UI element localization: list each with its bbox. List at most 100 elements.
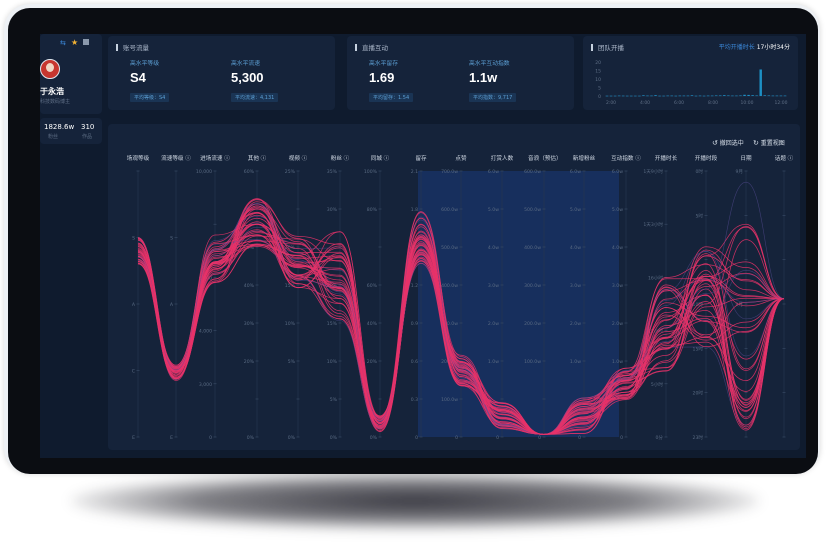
team-x-tick: 8:00 bbox=[708, 100, 718, 106]
axis-tick-label: 0 bbox=[620, 435, 623, 441]
parallel-coordinates-chart: SACESACE10,0006,0004,0003,000060%50%40%3… bbox=[132, 168, 786, 441]
interaction-pill: 平均指数：9,717 bbox=[469, 93, 517, 102]
axis-tick-label: 6.0w bbox=[488, 169, 499, 175]
axis-tick-label: 5.0w bbox=[570, 207, 581, 213]
team-average: 平均开播时长 17小时34分 bbox=[719, 42, 790, 51]
team-bar bbox=[771, 95, 775, 97]
team-bar bbox=[654, 95, 657, 96]
axis-tick-label: 10,000 bbox=[196, 169, 212, 175]
team-bar bbox=[775, 95, 779, 97]
interaction-value: 1.1w bbox=[469, 70, 498, 85]
axis-tick-label: 2.0w bbox=[612, 321, 623, 327]
axis-tick-label: 0 bbox=[538, 435, 541, 441]
axis-tick-label: 0.6 bbox=[411, 359, 418, 365]
axis-tick-label: 5% bbox=[330, 397, 338, 403]
axis-tick-label: 2.0w bbox=[570, 321, 581, 327]
axis-tick-label: 40% bbox=[367, 321, 378, 327]
axis-tick-label: 80% bbox=[367, 207, 378, 213]
team-bar bbox=[613, 95, 617, 97]
axis-tick-label: 0分 bbox=[655, 434, 663, 441]
axis-tick-label: 4.0w bbox=[570, 245, 581, 251]
team-bar bbox=[617, 95, 621, 97]
team-x-tick: 4:00 bbox=[640, 100, 650, 106]
axis-tick-label: 0 bbox=[209, 435, 212, 441]
fans-label: 粉丝 bbox=[48, 134, 59, 140]
works-label: 作品 bbox=[82, 134, 93, 140]
parallel-coordinates-panel: ↺ 撤回选中 ↻ 重置视图 场观等级 流速等级 ⓘ 进场流速 ⓘ 其他 ⓘ 视频 ⓘ 粉丝… bbox=[108, 124, 800, 450]
account-title: 账号流量 bbox=[116, 42, 149, 52]
team-bar bbox=[658, 95, 661, 97]
team-bar bbox=[739, 95, 742, 97]
team-bar bbox=[727, 95, 730, 97]
team-bar bbox=[751, 95, 754, 96]
axis-tick-label: 20% bbox=[367, 359, 378, 365]
axis-tick-label: 500.0w bbox=[524, 207, 541, 213]
axis-tick-label: 10% bbox=[285, 321, 296, 327]
axis-tick-label: S bbox=[170, 236, 173, 242]
axis-tick-label: 2.1 bbox=[411, 169, 418, 175]
user-subtitle: 科技数码博主 bbox=[40, 99, 71, 105]
team-x-tick: 12:00 bbox=[775, 100, 788, 106]
axis-tick-label: 0.9 bbox=[411, 321, 418, 327]
axis-tick-label: 15时 bbox=[693, 345, 704, 352]
axis-tick-label: E bbox=[170, 435, 173, 441]
share-icon[interactable]: ⇆ bbox=[60, 39, 66, 47]
live-interaction-panel: 直播互动 高水平留存 1.69 平均留存：1.54 高水平互动指数 1.1w 平… bbox=[347, 36, 574, 110]
team-title: 团队开播 bbox=[591, 42, 624, 52]
star-icon[interactable]: ★ bbox=[71, 38, 78, 47]
axis-tick-label: 700.0w bbox=[441, 169, 458, 175]
axis-tick-label: 100.0w bbox=[441, 397, 458, 403]
team-bar bbox=[646, 95, 649, 97]
axis-tick-label: 0.3 bbox=[411, 397, 418, 403]
axis-tick-label: 100.0w bbox=[524, 359, 541, 365]
axis-tick-label: 5.0w bbox=[488, 207, 499, 213]
team-bar bbox=[678, 95, 682, 97]
axis-tick-label: 0 bbox=[496, 435, 499, 441]
axis-tick-label: 1.2 bbox=[411, 283, 418, 289]
axis-tick-label: 300.0w bbox=[524, 283, 541, 289]
axis-tick-label: E bbox=[132, 435, 135, 441]
axis-tick-label: 600.0w bbox=[441, 207, 458, 213]
team-bar bbox=[763, 95, 766, 96]
axis-tick-label: 5.0w bbox=[612, 207, 623, 213]
axis-tick-label: 30% bbox=[327, 207, 338, 213]
axis-tick-label: 500.0w bbox=[441, 245, 458, 251]
axis-tick-label: C bbox=[132, 369, 135, 375]
axis-tick-label: 4,000 bbox=[199, 329, 212, 335]
works-value: 310 bbox=[81, 123, 95, 131]
team-bar bbox=[686, 95, 690, 97]
speed-pill: 平均流速：4,131 bbox=[231, 93, 279, 102]
team-average-value: 17小时34分 bbox=[756, 44, 790, 51]
team-x-tick: 10:00 bbox=[741, 100, 754, 106]
axis-tick-label: 2.0w bbox=[488, 321, 499, 327]
device-shadow bbox=[70, 472, 760, 530]
axis-tick-label: A bbox=[132, 302, 136, 308]
user-card: ⇆ ★ 于永浩 科技数码博主 bbox=[40, 34, 102, 114]
team-bar bbox=[706, 95, 710, 97]
axis-tick-label: 4.0w bbox=[488, 245, 499, 251]
axis-tick-label: 0 bbox=[415, 435, 418, 441]
speed-label: 高水平流速 bbox=[231, 61, 260, 67]
axis-tick-label: 200.0w bbox=[524, 321, 541, 327]
axis-tick-label: 1天9小时 bbox=[643, 168, 663, 175]
axis-tick-label: 0% bbox=[288, 435, 296, 441]
team-bar bbox=[642, 95, 645, 96]
user-stats: 1828.6w 粉丝 310 作品 bbox=[40, 118, 102, 144]
axis-tick-label: 6.0w bbox=[570, 169, 581, 175]
axis-tick-label: 3.0w bbox=[612, 283, 623, 289]
team-y-tick: 10 bbox=[595, 77, 601, 83]
axis-tick-label: 25% bbox=[285, 169, 296, 175]
team-average-label: 平均开播时长 bbox=[718, 44, 755, 51]
axis-tick-label: 40% bbox=[244, 283, 255, 289]
axis-tick-label: 6.0w bbox=[612, 169, 623, 175]
axis-tick-label: 1天3小时 bbox=[643, 221, 663, 228]
axis-tick-label: 5时 bbox=[695, 212, 703, 219]
live-title: 直播互动 bbox=[355, 42, 388, 52]
axis-tick-label: 30% bbox=[244, 321, 255, 327]
axis-tick-label: A bbox=[170, 302, 174, 308]
team-bar bbox=[731, 95, 734, 97]
menu-icon[interactable] bbox=[83, 39, 89, 45]
team-bar bbox=[634, 95, 637, 97]
team-bar bbox=[719, 95, 722, 97]
level-label: 高水平等级 bbox=[130, 61, 159, 67]
